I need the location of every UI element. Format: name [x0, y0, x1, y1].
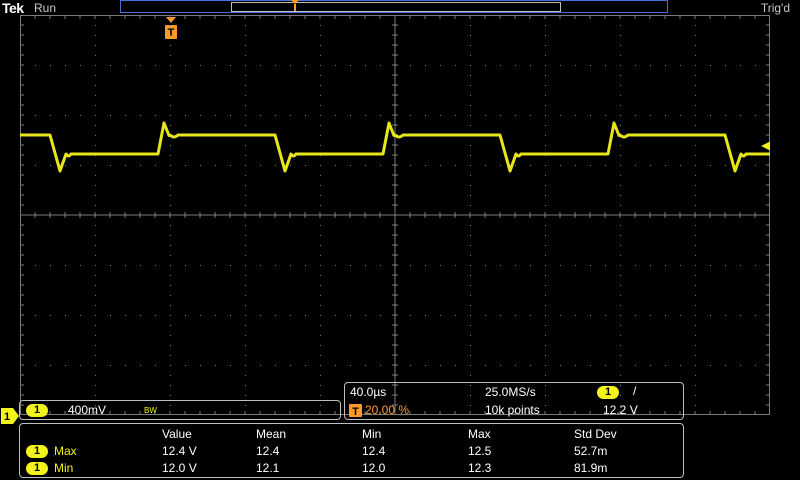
record-length: 10k points [485, 403, 540, 417]
brand-logo: Tek [2, 0, 24, 16]
trigger-position-mini-icon [291, 0, 299, 11]
row-min: 12.4 [362, 444, 386, 458]
measurement-statistics-box[interactable]: Value Mean Min Max Std Dev 1 Max 12.4 V … [19, 423, 684, 478]
trigger-status: Trig'd [760, 1, 790, 15]
graticule-grid [20, 15, 770, 415]
svg-text:T: T [352, 406, 359, 417]
row-channel-badge: 1 [26, 462, 48, 475]
row-value: 12.4 V [162, 444, 197, 458]
row-max: 12.5 [468, 444, 492, 458]
svg-text:1: 1 [4, 411, 10, 423]
trigger-position: 20.00 % [365, 403, 410, 417]
row-min: 12.0 [362, 461, 386, 475]
trigger-level: 12.2 V [603, 403, 638, 417]
acquisition-status[interactable]: Run [34, 1, 56, 15]
vertical-scale: 400mV [68, 403, 107, 417]
row-std-dev: 81.9m [574, 461, 608, 475]
channel-1-ground-marker-icon[interactable]: 1 [1, 408, 19, 424]
sample-rate: 25.0MS/s [485, 385, 536, 399]
header-std-dev: Std Dev [574, 427, 617, 441]
row-mean: 12.4 [256, 444, 280, 458]
bandwidth-limit-flag: BW [144, 406, 157, 415]
header-min: Min [362, 427, 382, 441]
trigger-level-arrow-icon [761, 141, 770, 151]
header-max: Max [468, 427, 491, 441]
trigger-position-icon: T [349, 404, 362, 417]
header-value: Value [162, 427, 192, 441]
timebase-trigger-box[interactable]: 40.0µs 25.0MS/s 1 / T 20.00 % 10k points… [344, 382, 684, 420]
trigger-slope-icon: / [633, 384, 637, 398]
channel-1-badge: 1 [26, 404, 48, 417]
row-label: Max [54, 444, 77, 458]
horizontal-scale: 40.0µs [350, 385, 387, 399]
waveform-graticule[interactable] [20, 15, 770, 415]
record-view-window [231, 2, 561, 12]
row-max: 12.3 [468, 461, 492, 475]
row-std-dev: 52.7m [574, 444, 608, 458]
header-mean: Mean [256, 427, 287, 441]
row-label: Min [54, 461, 74, 475]
channel-1-settings-box[interactable]: 1 400mV BW [19, 400, 341, 420]
row-channel-badge: 1 [26, 445, 48, 458]
row-mean: 12.1 [256, 461, 280, 475]
trigger-source-badge: 1 [597, 386, 619, 399]
row-value: 12.0 V [162, 461, 197, 475]
